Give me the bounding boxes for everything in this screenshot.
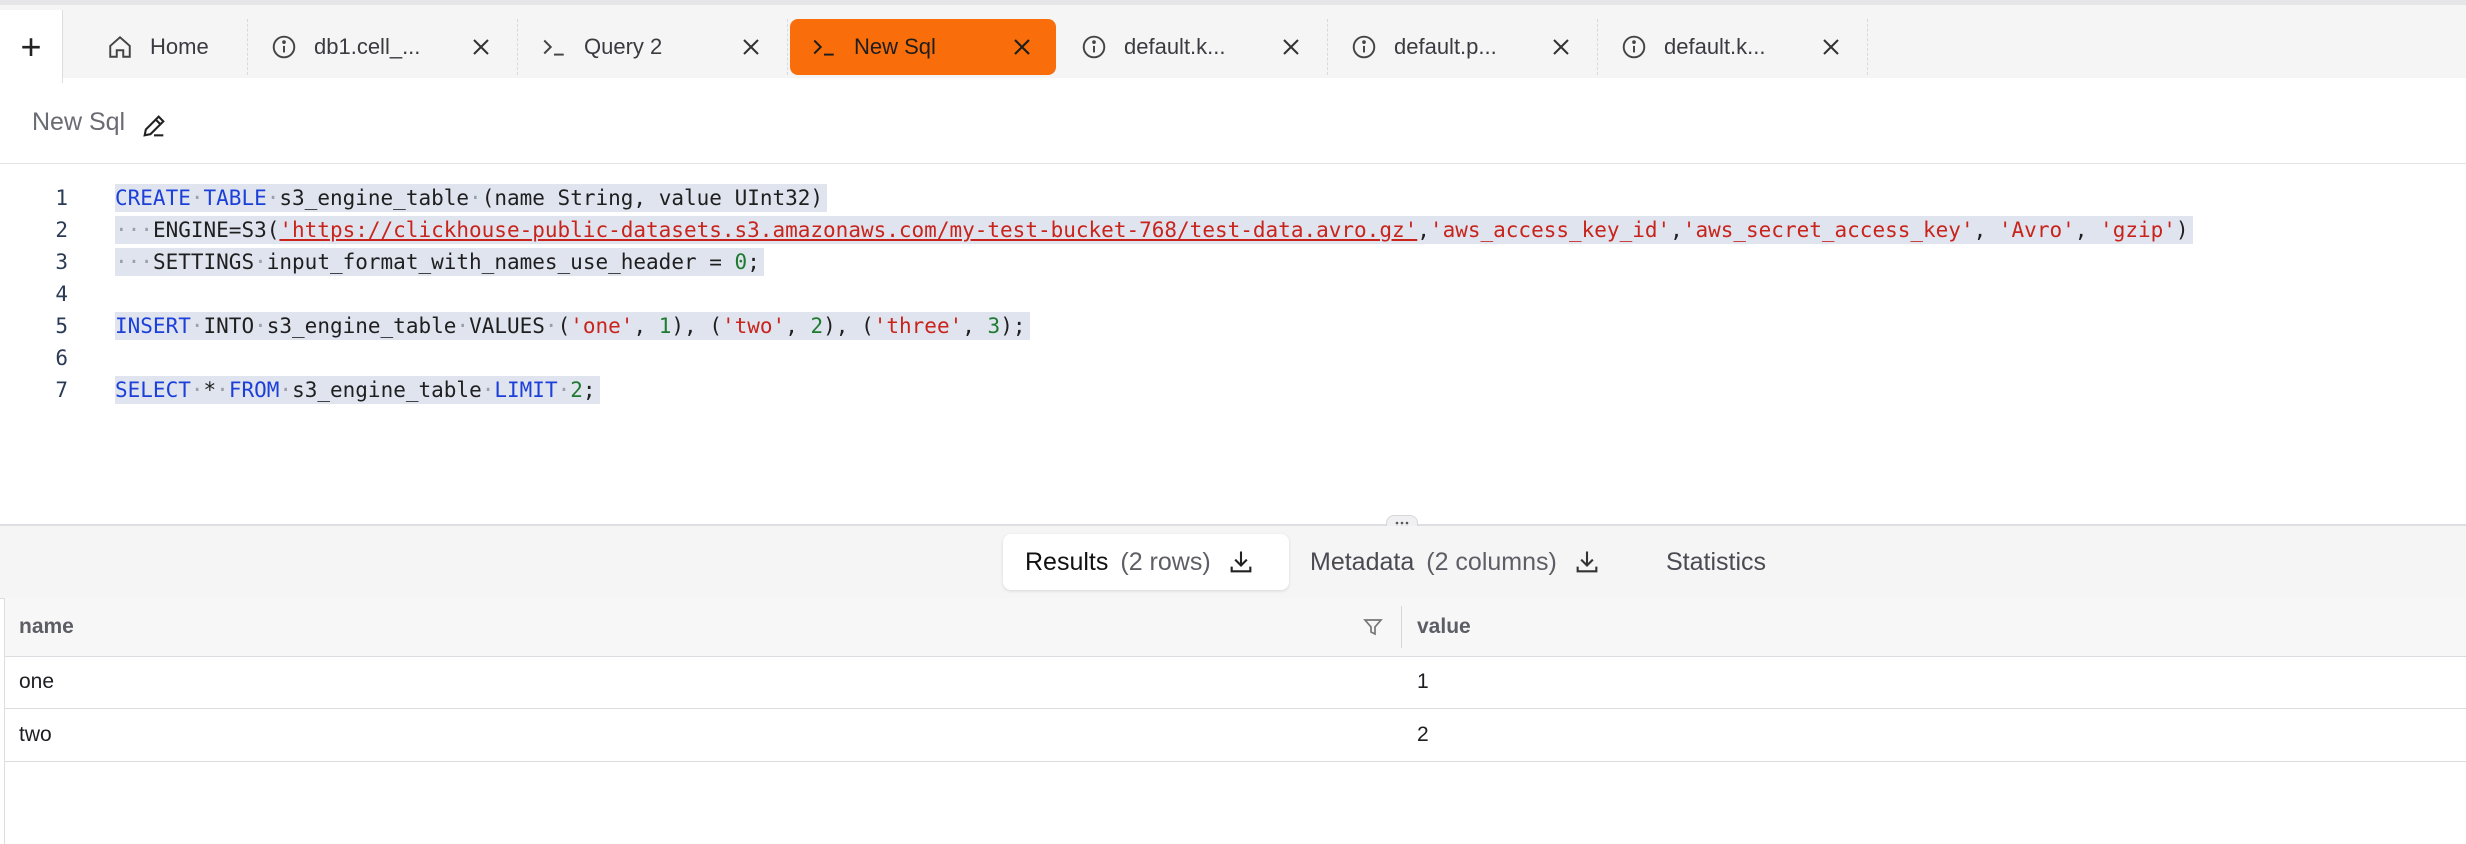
tab-default-k-2[interactable]: default.k... [1598, 19, 1868, 75]
code-text: ···SETTINGS·input_format_with_names_use_… [115, 248, 764, 276]
code-line: 5 INSERT·INTO·s3_engine_table·VALUES·('o… [0, 310, 2466, 342]
tab-label: New Sql [854, 34, 936, 59]
line-number: 3 [55, 250, 68, 274]
code-text: ···ENGINE=S3('https://clickhouse-public-… [115, 216, 2193, 244]
column-header-value[interactable]: value [1417, 615, 1471, 639]
metadata-column-count: (2 columns) [1426, 547, 1557, 576]
column-header-name[interactable]: name [19, 615, 74, 639]
tab-label: default.p... [1394, 34, 1497, 59]
home-icon [106, 33, 134, 61]
tab-label: Home [150, 34, 209, 59]
code-line: 3 ···SETTINGS·input_format_with_names_us… [0, 246, 2466, 278]
line-number: 2 [55, 218, 68, 242]
code-line: 4 [0, 278, 2466, 310]
filter-icon[interactable] [1361, 615, 1385, 639]
close-icon[interactable] [737, 33, 765, 61]
results-grid: name value one 1 two 2 [4, 598, 2466, 844]
results-tabs: Results (2 rows) Metadata (2 columns) St… [0, 526, 2466, 599]
code-line: 6 [0, 342, 2466, 374]
tab-label: default.k... [1124, 34, 1226, 59]
close-icon[interactable] [467, 33, 495, 61]
results-row-count: (2 rows) [1120, 547, 1211, 576]
tab-label: default.k... [1664, 34, 1766, 59]
line-number: 5 [55, 314, 68, 338]
cell-value[interactable]: 2 [1417, 723, 1429, 747]
close-icon[interactable] [1817, 33, 1845, 61]
new-tab-button[interactable]: + [0, 10, 63, 83]
code-text: SELECT·*·FROM·s3_engine_table·LIMIT·2; [115, 376, 600, 404]
tab-query-2[interactable]: Query 2 [518, 19, 788, 75]
column-divider[interactable] [1401, 606, 1402, 648]
tab-db1-cell[interactable]: db1.cell_... [248, 19, 518, 75]
tab-metadata[interactable]: Metadata (2 columns) [1310, 534, 1640, 590]
close-icon[interactable] [1277, 33, 1305, 61]
metadata-tab-label: Metadata [1310, 547, 1415, 576]
line-number: 4 [55, 282, 68, 306]
tab-default-k-1[interactable]: default.k... [1058, 19, 1328, 75]
query-header: New Sql [0, 78, 2466, 164]
sql-editor[interactable]: 1 CREATE·TABLE·s3_engine_table·(name Str… [0, 164, 2466, 524]
statistics-tab-label: Statistics [1666, 547, 1767, 576]
tab-label: Query 2 [584, 34, 663, 59]
grid-header: name value [5, 598, 2466, 657]
cell-name[interactable]: one [19, 670, 54, 694]
info-icon [1620, 33, 1648, 61]
tab-home[interactable]: Home [82, 19, 248, 75]
table-row[interactable]: one 1 [5, 656, 2466, 709]
code-line: 2 ···ENGINE=S3('https://clickhouse-publi… [0, 214, 2466, 246]
cell-value[interactable]: 1 [1417, 670, 1429, 694]
line-number: 6 [55, 346, 68, 370]
code-line: 7 SELECT·*·FROM·s3_engine_table·LIMIT·2; [0, 374, 2466, 406]
query-title: New Sql [32, 108, 126, 136]
tab-bar: + Home db1.cell_... Query 2 New Sql defa… [0, 0, 2466, 83]
tab-results[interactable]: Results (2 rows) [1003, 534, 1289, 590]
line-number: 1 [55, 186, 68, 210]
code-line: 1 CREATE·TABLE·s3_engine_table·(name Str… [0, 182, 2466, 214]
info-icon [270, 33, 298, 61]
table-row[interactable]: two 2 [5, 709, 2466, 762]
close-icon[interactable] [1008, 33, 1036, 61]
info-icon [1350, 33, 1378, 61]
tab-label: db1.cell_... [314, 34, 421, 59]
info-icon [1080, 33, 1108, 61]
edit-title-icon[interactable] [140, 112, 168, 140]
code-text: CREATE·TABLE·s3_engine_table·(name Strin… [115, 184, 828, 212]
tab-new-sql[interactable]: New Sql [790, 19, 1056, 75]
line-number: 7 [55, 378, 68, 402]
close-icon[interactable] [1547, 33, 1575, 61]
code-text: INSERT·INTO·s3_engine_table·VALUES·('one… [115, 312, 1030, 340]
tab-statistics[interactable]: Statistics [1666, 534, 1796, 590]
terminal-icon [540, 33, 568, 61]
tab-default-p[interactable]: default.p... [1328, 19, 1598, 75]
cell-name[interactable]: two [19, 723, 52, 747]
download-icon[interactable] [1227, 548, 1255, 576]
download-icon[interactable] [1573, 548, 1601, 576]
results-tab-label: Results [1025, 547, 1109, 576]
terminal-icon [810, 33, 838, 61]
